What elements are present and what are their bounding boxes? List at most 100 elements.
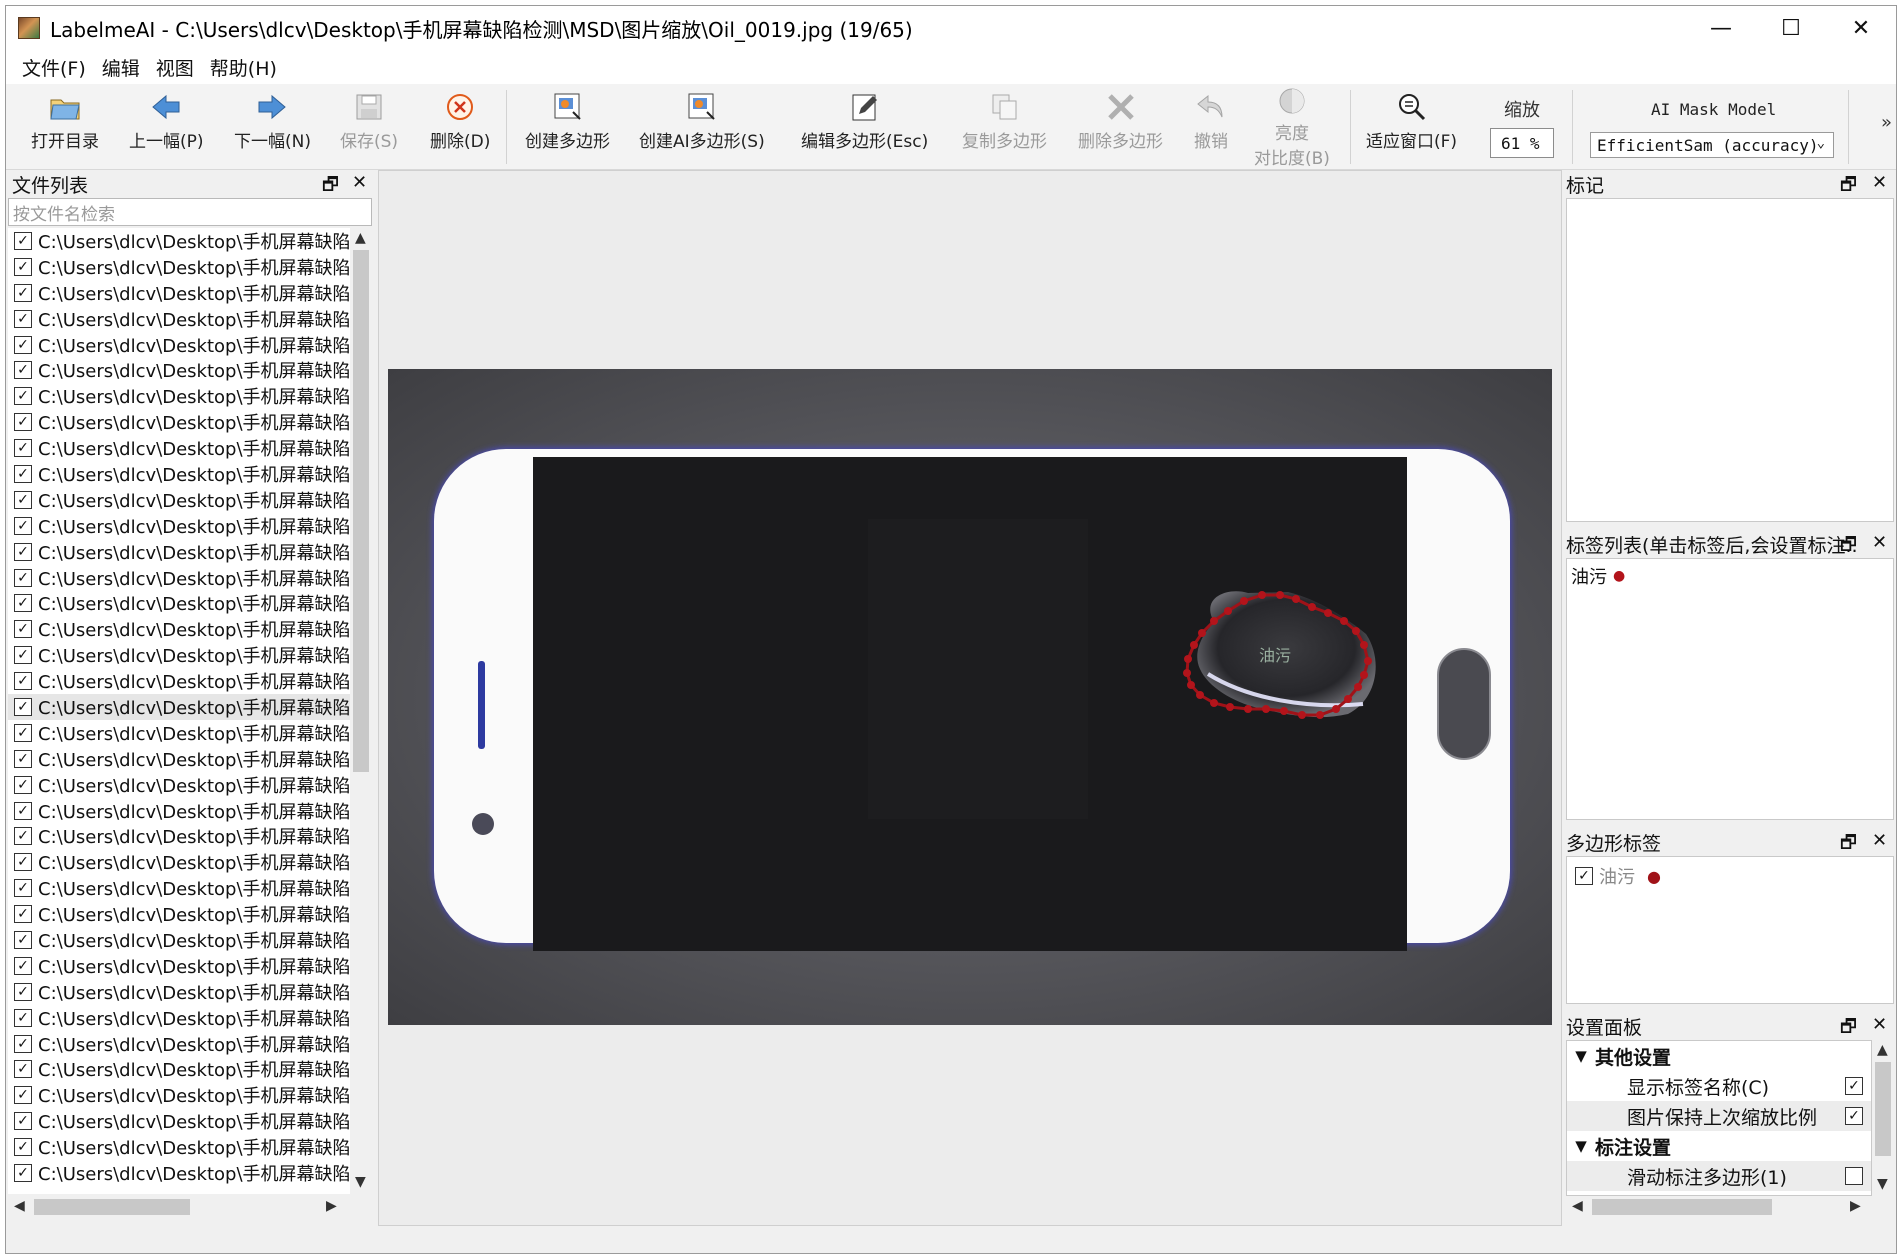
- scroll-down-icon[interactable]: ▼: [355, 1174, 366, 1190]
- file-list-item[interactable]: ✓ C:\Users\dlcv\Desktop\手机屏幕缺陷: [8, 1057, 350, 1083]
- file-done-checkbox[interactable]: ✓: [14, 464, 32, 483]
- delete-polygon-button[interactable]: 删除多边形: [1078, 90, 1163, 152]
- file-done-checkbox[interactable]: ✓: [14, 879, 32, 898]
- file-list-item[interactable]: ✓ C:\Users\dlcv\Desktop\手机屏幕缺陷: [8, 1134, 350, 1160]
- file-done-checkbox[interactable]: ✓: [14, 231, 32, 250]
- settings-group-annotation[interactable]: ▼ 标注设置: [1567, 1131, 1871, 1161]
- file-list-item[interactable]: ✓ C:\Users\dlcv\Desktop\手机屏幕缺陷: [8, 720, 350, 746]
- menu-help[interactable]: 帮助(H): [202, 54, 285, 81]
- file-list-item[interactable]: ✓ C:\Users\dlcv\Desktop\手机屏幕缺陷: [8, 383, 350, 409]
- zoom-input[interactable]: 61 %: [1490, 128, 1554, 158]
- brightness-contrast-button[interactable]: 亮度 对比度(B): [1254, 86, 1330, 169]
- file-done-checkbox[interactable]: ✓: [14, 568, 32, 587]
- file-list-item[interactable]: ✓ C:\Users\dlcv\Desktop\手机屏幕缺陷: [8, 746, 350, 772]
- scroll-right-icon[interactable]: ▶: [326, 1198, 337, 1214]
- file-done-checkbox[interactable]: ✓: [14, 672, 32, 691]
- file-list-item[interactable]: ✓ C:\Users\dlcv\Desktop\手机屏幕缺陷: [8, 487, 350, 513]
- file-done-checkbox[interactable]: ✓: [14, 801, 32, 820]
- open-dir-button[interactable]: 打开目录: [31, 90, 99, 152]
- file-done-checkbox[interactable]: ✓: [14, 1138, 32, 1157]
- settings-hscroll-thumb[interactable]: [1592, 1199, 1772, 1215]
- file-done-checkbox[interactable]: ✓: [14, 749, 32, 768]
- settings-group-other[interactable]: ▼ 其他设置: [1567, 1041, 1871, 1071]
- save-button[interactable]: 保存(S): [340, 90, 398, 152]
- file-list-item[interactable]: ✓ C:\Users\dlcv\Desktop\手机屏幕缺陷: [8, 772, 350, 798]
- file-list-item[interactable]: ✓ C:\Users\dlcv\Desktop\手机屏幕缺陷: [8, 435, 350, 461]
- scroll-up-icon[interactable]: ▲: [355, 230, 366, 246]
- file-list-vscrollbar[interactable]: ▲ ▼: [350, 228, 372, 1194]
- toolbar-overflow-button[interactable]: »: [1881, 112, 1892, 133]
- file-list-item[interactable]: ✓ C:\Users\dlcv\Desktop\手机屏幕缺陷: [8, 1108, 350, 1134]
- edit-polygon-button[interactable]: 编辑多边形(Esc): [801, 90, 928, 152]
- file-list-item[interactable]: ✓ C:\Users\dlcv\Desktop\手机屏幕缺陷: [8, 875, 350, 901]
- file-done-checkbox[interactable]: ✓: [14, 723, 32, 742]
- file-list-vscroll-thumb[interactable]: [353, 250, 369, 772]
- file-list-item[interactable]: ✓ C:\Users\dlcv\Desktop\手机屏幕缺陷: [8, 668, 350, 694]
- file-done-checkbox[interactable]: ✓: [14, 1008, 32, 1027]
- file-list-item[interactable]: ✓ C:\Users\dlcv\Desktop\手机屏幕缺陷: [8, 1082, 350, 1108]
- close-panel-icon[interactable]: ✕: [352, 172, 367, 193]
- file-done-checkbox[interactable]: ✓: [14, 646, 32, 665]
- file-list-item[interactable]: ✓ C:\Users\dlcv\Desktop\手机屏幕缺陷: [8, 616, 350, 642]
- file-list-item[interactable]: ✓ C:\Users\dlcv\Desktop\手机屏幕缺陷: [8, 357, 350, 383]
- scroll-right-icon[interactable]: ▶: [1850, 1198, 1861, 1214]
- file-list-hscrollbar[interactable]: ◀ ▶: [8, 1196, 350, 1218]
- file-list-item[interactable]: ✓ C:\Users\dlcv\Desktop\手机屏幕缺陷: [8, 901, 350, 927]
- scroll-left-icon[interactable]: ◀: [1572, 1198, 1583, 1214]
- file-done-checkbox[interactable]: ✓: [14, 620, 32, 639]
- file-done-checkbox[interactable]: ✓: [14, 1112, 32, 1131]
- file-list-item[interactable]: ✓ C:\Users\dlcv\Desktop\手机屏幕缺陷: [8, 927, 350, 953]
- menu-edit[interactable]: 编辑: [94, 54, 148, 81]
- file-list-item[interactable]: ✓ C:\Users\dlcv\Desktop\手机屏幕缺陷: [8, 306, 350, 332]
- file-done-checkbox[interactable]: ✓: [14, 309, 32, 328]
- setting-slide-polygon[interactable]: 滑动标注多边形(1): [1567, 1161, 1871, 1191]
- file-list-item[interactable]: ✓ C:\Users\dlcv\Desktop\手机屏幕缺陷: [8, 565, 350, 591]
- close-panel-icon[interactable]: ✕: [1872, 172, 1887, 193]
- file-list-item[interactable]: ✓ C:\Users\dlcv\Desktop\手机屏幕缺陷: [8, 461, 350, 487]
- polygon-label-item[interactable]: ✓ 油污 ●: [1575, 863, 1661, 889]
- file-done-checkbox[interactable]: ✓: [14, 827, 32, 846]
- file-list-item[interactable]: ✓ C:\Users\dlcv\Desktop\手机屏幕缺陷: [8, 539, 350, 565]
- setting-show-label-name[interactable]: 显示标签名称(C) ✓: [1567, 1071, 1871, 1101]
- scroll-up-icon[interactable]: ▲: [1877, 1042, 1888, 1058]
- file-list-item[interactable]: ✓ C:\Users\dlcv\Desktop\手机屏幕缺陷: [8, 1160, 350, 1186]
- file-list-hscroll-thumb[interactable]: [34, 1199, 190, 1215]
- settings-vscrollbar[interactable]: ▲ ▼: [1872, 1040, 1894, 1196]
- file-list-item[interactable]: ✓ C:\Users\dlcv\Desktop\手机屏幕缺陷: [8, 1031, 350, 1057]
- settings-vscroll-thumb[interactable]: [1875, 1062, 1891, 1156]
- file-list-item[interactable]: ✓ C:\Users\dlcv\Desktop\手机屏幕缺陷: [8, 694, 350, 720]
- setting-keep-zoom[interactable]: 图片保持上次缩放比例 ✓: [1567, 1101, 1871, 1131]
- file-done-checkbox[interactable]: ✓: [14, 1034, 32, 1053]
- create-polygon-button[interactable]: 创建多边形: [525, 90, 610, 152]
- menu-view[interactable]: 视图: [148, 54, 202, 81]
- file-done-checkbox[interactable]: ✓: [14, 982, 32, 1001]
- close-panel-icon[interactable]: ✕: [1872, 532, 1887, 553]
- keep-zoom-checkbox[interactable]: ✓: [1845, 1107, 1863, 1125]
- file-list-item[interactable]: ✓ C:\Users\dlcv\Desktop\手机屏幕缺陷: [8, 254, 350, 280]
- file-list-item[interactable]: ✓ C:\Users\dlcv\Desktop\手机屏幕缺陷: [8, 332, 350, 358]
- file-done-checkbox[interactable]: ✓: [14, 697, 32, 716]
- file-done-checkbox[interactable]: ✓: [14, 905, 32, 924]
- file-list-item[interactable]: ✓ C:\Users\dlcv\Desktop\手机屏幕缺陷: [8, 280, 350, 306]
- file-done-checkbox[interactable]: ✓: [14, 361, 32, 380]
- file-list-item[interactable]: ✓ C:\Users\dlcv\Desktop\手机屏幕缺陷: [8, 798, 350, 824]
- file-list-item[interactable]: ✓ C:\Users\dlcv\Desktop\手机屏幕缺陷: [8, 513, 350, 539]
- file-list-item[interactable]: ✓ C:\Users\dlcv\Desktop\手机屏幕缺陷: [8, 979, 350, 1005]
- file-done-checkbox[interactable]: ✓: [14, 1060, 32, 1079]
- file-done-checkbox[interactable]: ✓: [14, 853, 32, 872]
- file-done-checkbox[interactable]: ✓: [14, 413, 32, 432]
- file-done-checkbox[interactable]: ✓: [14, 387, 32, 406]
- file-done-checkbox[interactable]: ✓: [14, 516, 32, 535]
- file-done-checkbox[interactable]: ✓: [14, 283, 32, 302]
- file-done-checkbox[interactable]: ✓: [14, 594, 32, 613]
- undo-button[interactable]: 撤销: [1194, 90, 1228, 152]
- file-done-checkbox[interactable]: ✓: [14, 1164, 32, 1182]
- file-list-item[interactable]: ✓ C:\Users\dlcv\Desktop\手机屏幕缺陷: [8, 228, 350, 254]
- close-panel-icon[interactable]: ✕: [1872, 830, 1887, 851]
- settings-hscrollbar[interactable]: ◀ ▶: [1566, 1196, 1872, 1218]
- file-done-checkbox[interactable]: ✓: [14, 542, 32, 561]
- create-ai-polygon-button[interactable]: 创建AI多边形(S): [639, 90, 765, 152]
- maximize-button[interactable]: ☐: [1756, 6, 1826, 50]
- close-button[interactable]: ✕: [1826, 6, 1896, 50]
- file-list-item[interactable]: ✓ C:\Users\dlcv\Desktop\手机屏幕缺陷: [8, 1005, 350, 1031]
